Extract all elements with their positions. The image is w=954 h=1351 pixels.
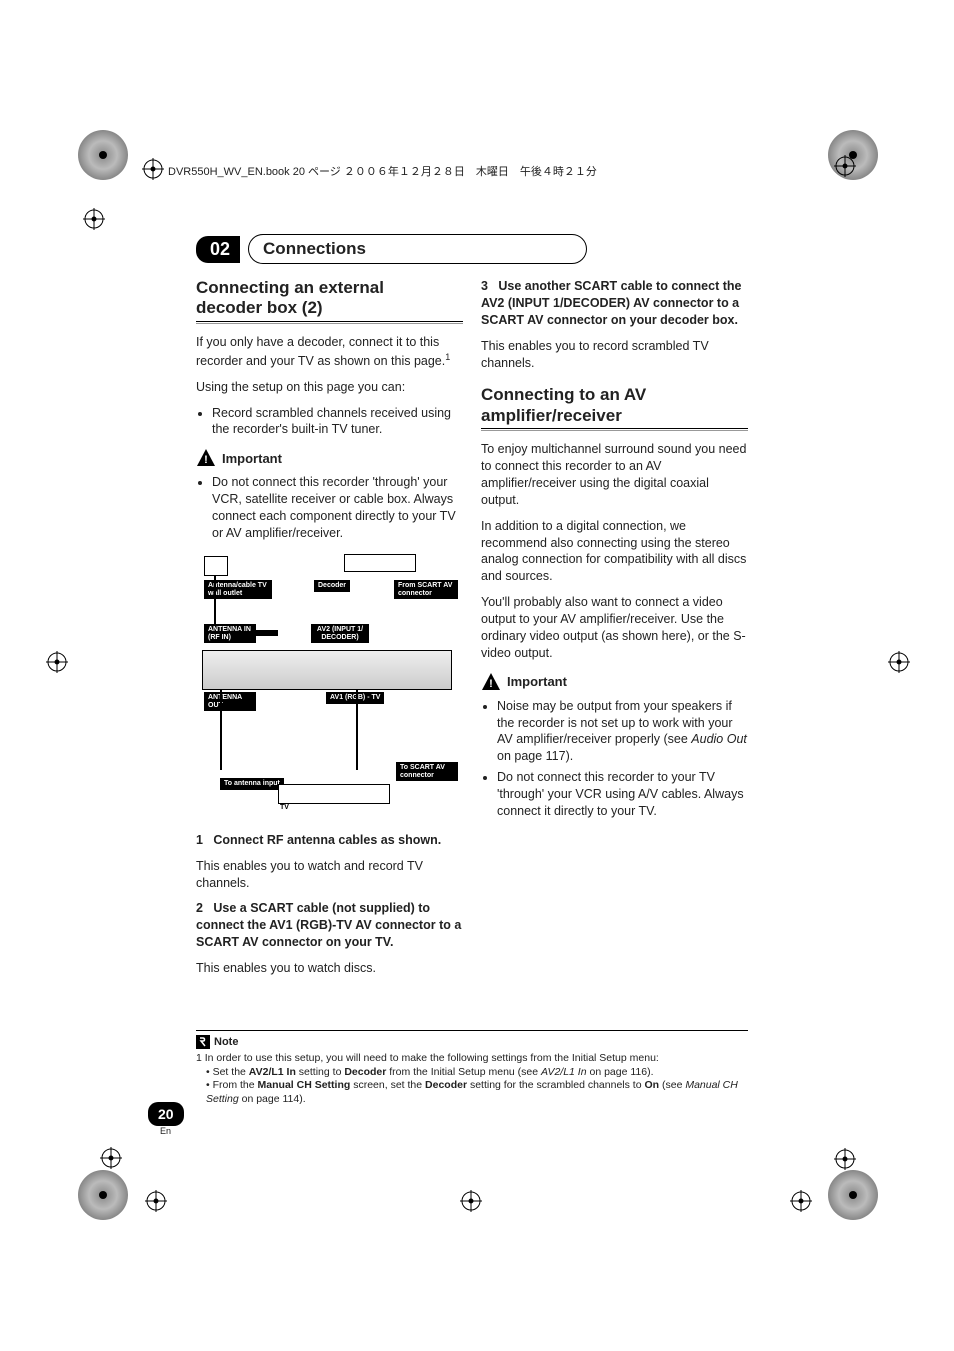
- important-callout: ! Important: [196, 448, 463, 468]
- list-item: Do not connect this recorder 'through' y…: [212, 474, 463, 542]
- registration-mark-icon: [888, 651, 910, 673]
- body-text: To enjoy multichannel surround sound you…: [481, 441, 748, 509]
- important-callout: ! Important: [481, 672, 748, 692]
- left-column: Connecting an external decoder box (2) I…: [196, 278, 463, 986]
- section-heading: Connecting to an AV amplifier/receiver: [481, 385, 748, 426]
- corner-ornament: [78, 1170, 128, 1220]
- body-text: You'll probably also want to connect a v…: [481, 594, 748, 662]
- chapter-title: Connections: [248, 234, 587, 264]
- heading-rule: [481, 428, 748, 431]
- book-filename: DVR550H_WV_EN.book 20 ページ ２００６年１２月２８日 木曜…: [168, 163, 597, 179]
- important-icon: !: [196, 448, 216, 468]
- registration-mark-icon: [145, 1190, 167, 1212]
- list-item: Record scrambled channels received using…: [212, 405, 463, 439]
- body-text: If you only have a decoder, connect it t…: [196, 334, 463, 370]
- important-label: Important: [222, 451, 282, 466]
- svg-text:!: !: [489, 678, 493, 690]
- list-item: Noise may be output from your speakers i…: [497, 698, 748, 766]
- important-label: Important: [507, 674, 567, 689]
- step-2: 2 Use a SCART cable (not supplied) to co…: [196, 900, 463, 951]
- list-item: Do not connect this recorder to your TV …: [497, 769, 748, 820]
- body-text: This enables you to watch discs.: [196, 960, 463, 977]
- registration-mark-icon: [834, 1148, 856, 1170]
- chapter-number-badge: 02: [196, 236, 240, 263]
- section-heading: Connecting an external decoder box (2): [196, 278, 463, 319]
- step-3: 3 Use another SCART cable to connect the…: [481, 278, 748, 329]
- print-header: DVR550H_WV_EN.book 20 ページ ２００６年１２月２８日 木曜…: [142, 163, 597, 179]
- page-number-badge: 20: [148, 1102, 184, 1126]
- note-body: 1 In order to use this setup, you will n…: [196, 1052, 748, 1107]
- registration-mark-icon: [100, 1147, 122, 1169]
- corner-ornament: [828, 1170, 878, 1220]
- body-text: Using the setup on this page you can:: [196, 379, 463, 396]
- registration-mark-icon: [83, 208, 105, 230]
- note-icon: [196, 1035, 210, 1049]
- connection-diagram: Antenna/cable TV wall outlet Decoder Fro…: [196, 552, 456, 822]
- important-icon: !: [481, 672, 501, 692]
- footnote-section: Note 1 In order to use this setup, you w…: [196, 1030, 748, 1107]
- note-label: Note: [214, 1036, 238, 1048]
- right-column: 3 Use another SCART cable to connect the…: [481, 278, 748, 986]
- bullet-list: Noise may be output from your speakers i…: [481, 698, 748, 820]
- bullet-list: Record scrambled channels received using…: [196, 405, 463, 439]
- registration-mark-icon: [834, 155, 856, 177]
- note-rule: [196, 1030, 748, 1031]
- svg-text:!: !: [204, 454, 208, 466]
- registration-mark-icon: [460, 1190, 482, 1212]
- body-text: This enables you to record scrambled TV …: [481, 338, 748, 372]
- step-1: 1 Connect RF antenna cables as shown.: [196, 832, 463, 849]
- heading-rule: [196, 321, 463, 324]
- registration-mark-icon: [790, 1190, 812, 1212]
- corner-ornament: [78, 130, 128, 180]
- page-lang: En: [160, 1126, 171, 1136]
- bullet-list: Do not connect this recorder 'through' y…: [196, 474, 463, 542]
- body-text: This enables you to watch and record TV …: [196, 858, 463, 892]
- registration-mark-icon: [46, 651, 68, 673]
- body-text: In addition to a digital connection, we …: [481, 518, 748, 586]
- chapter-header: 02 Connections: [196, 234, 748, 264]
